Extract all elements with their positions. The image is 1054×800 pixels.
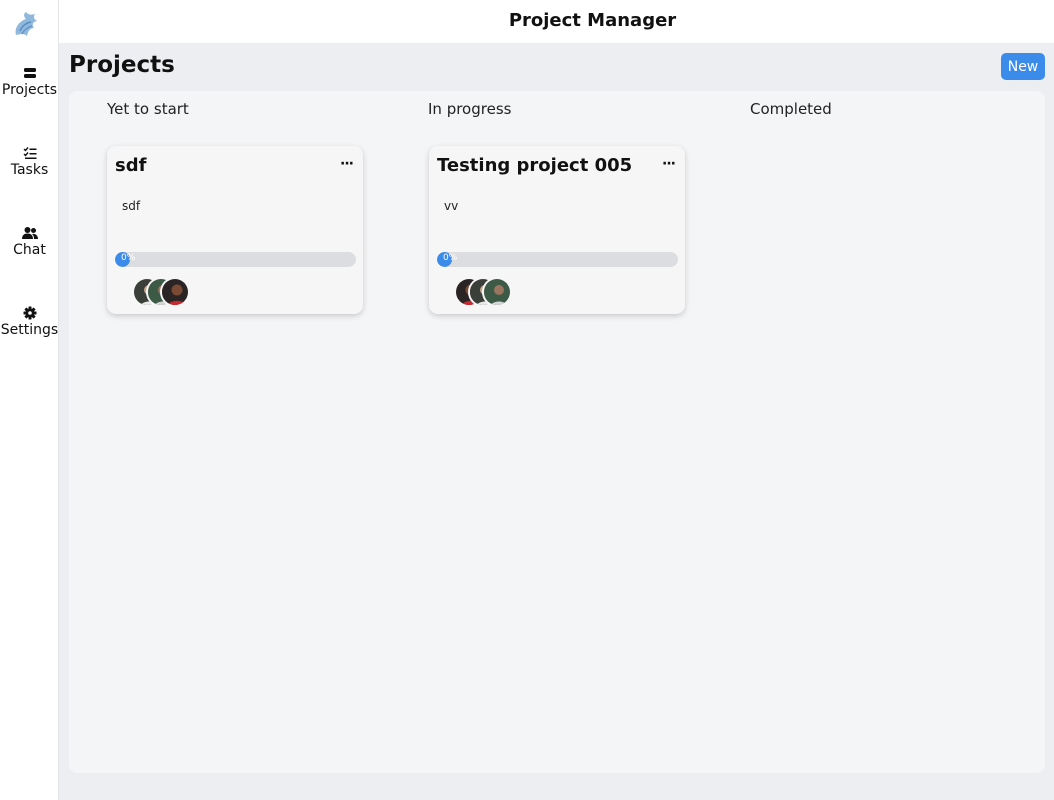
sidebar-item-label: Projects xyxy=(1,82,58,98)
project-card-description: sdf xyxy=(122,199,141,213)
tasks-icon xyxy=(23,147,36,159)
sidebar-item-projects[interactable]: Projects xyxy=(0,65,59,99)
gear-icon xyxy=(23,306,36,320)
project-card-title: sdf xyxy=(115,155,147,176)
progress-label: 0% xyxy=(443,253,458,263)
project-card-description: vv xyxy=(444,199,459,213)
progress-bar: 0% xyxy=(115,252,356,267)
column-header-yet-to-start: Yet to start xyxy=(107,100,189,118)
sidebar-item-chat[interactable]: Chat xyxy=(0,225,59,259)
progress-label: 0% xyxy=(121,253,136,263)
projects-icon xyxy=(23,68,36,78)
page-title: Projects xyxy=(69,52,175,78)
column-header-completed: Completed xyxy=(750,100,832,118)
kanban-board: Yet to start In progress Completed sdf ·… xyxy=(69,91,1045,773)
top-bar: Project Manager xyxy=(59,0,1054,43)
sidebar-item-label: Tasks xyxy=(10,162,49,178)
avatar xyxy=(482,277,512,307)
column-header-in-progress: In progress xyxy=(428,100,512,118)
sidebar: Projects Tasks Chat Settings xyxy=(0,0,59,800)
chat-icon xyxy=(21,227,38,239)
project-card-title: Testing project 005 xyxy=(437,155,633,176)
more-options-icon[interactable]: ··· xyxy=(662,156,676,172)
project-card[interactable]: sdf ··· sdf 0% xyxy=(107,146,363,314)
progress-bar: 0% xyxy=(437,252,678,267)
project-card[interactable]: Testing project 005 ··· vv 0% xyxy=(429,146,685,314)
sidebar-item-settings[interactable]: Settings xyxy=(0,305,59,339)
logo-icon xyxy=(15,12,37,36)
sidebar-item-label: Settings xyxy=(0,322,59,338)
sidebar-item-label: Chat xyxy=(13,242,46,258)
new-project-button[interactable]: New xyxy=(1001,53,1045,80)
avatar xyxy=(160,277,190,307)
app-title: Project Manager xyxy=(508,10,677,31)
sidebar-item-tasks[interactable]: Tasks xyxy=(0,145,59,179)
more-options-icon[interactable]: ··· xyxy=(340,156,354,172)
